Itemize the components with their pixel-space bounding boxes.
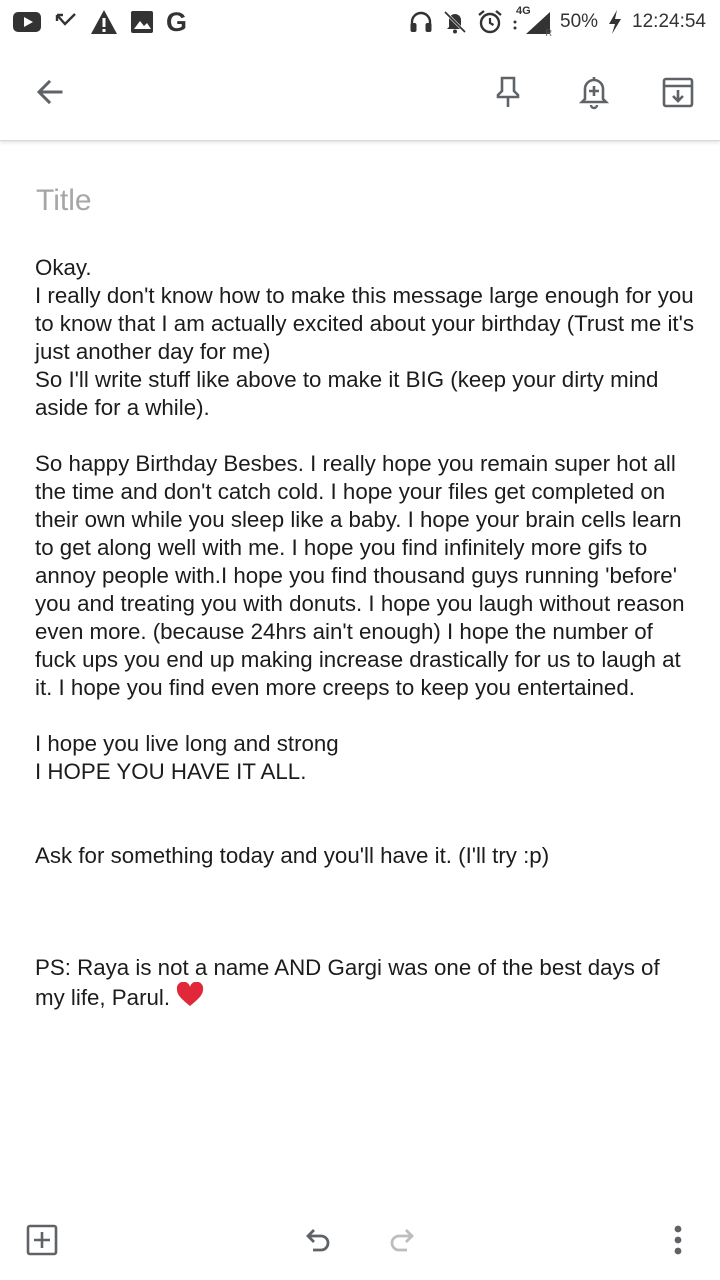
more-options-button[interactable]	[656, 1218, 700, 1262]
battery-percent: 50%	[560, 11, 599, 32]
add-content-button[interactable]	[20, 1218, 64, 1262]
archive-button[interactable]	[656, 70, 700, 114]
pin-icon	[496, 76, 520, 107]
note-body-field[interactable]: Okay. I really don't know how to make th…	[35, 254, 695, 1015]
more-vert-icon	[674, 1225, 682, 1255]
image-icon	[130, 10, 154, 34]
pin-button[interactable]	[486, 70, 530, 114]
alarm-icon	[476, 8, 504, 36]
signal-icon: 4G R	[512, 5, 552, 38]
redo-button[interactable]	[380, 1218, 424, 1262]
missed-call-icon	[54, 11, 78, 33]
undo-button[interactable]	[296, 1218, 340, 1262]
reminder-button[interactable]	[572, 70, 616, 114]
archive-icon	[662, 77, 694, 108]
heart-emoji-icon	[176, 981, 204, 1015]
note-body-text: Okay. I really don't know how to make th…	[35, 255, 694, 1010]
add-box-icon	[26, 1224, 58, 1256]
notification-icons: G	[12, 6, 187, 38]
headphones-icon	[408, 9, 434, 35]
battery-charging-icon	[606, 9, 624, 35]
redo-icon	[390, 1229, 414, 1252]
youtube-icon	[12, 11, 42, 33]
note-title-field[interactable]: Title	[36, 184, 676, 220]
reminder-icon	[578, 77, 610, 110]
note-bottom-bar	[0, 1198, 720, 1280]
bell-off-icon	[442, 9, 468, 35]
status-bar: G 4G R 50% 12:24:54	[0, 0, 720, 44]
back-button[interactable]	[28, 70, 72, 114]
back-arrow-icon	[36, 79, 63, 105]
system-indicators: 4G R 50% 12:24:54	[408, 5, 706, 38]
clock: 12:24:54	[632, 11, 706, 32]
google-icon: G	[166, 6, 188, 37]
undo-icon	[306, 1229, 330, 1252]
warning-icon	[90, 9, 118, 35]
note-toolbar	[0, 44, 720, 141]
